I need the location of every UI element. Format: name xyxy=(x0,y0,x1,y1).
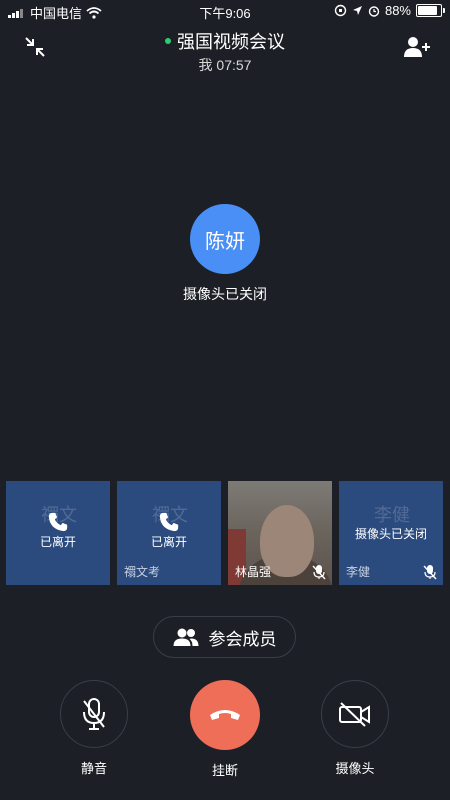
tile-watermark: 李健 xyxy=(374,505,410,525)
camera-label: 摄像头 xyxy=(335,761,375,776)
tile-name: 李健 xyxy=(346,565,371,579)
hangup-control: 挂断 xyxy=(180,680,270,779)
title-block: 强国视频会议 我 07:57 xyxy=(0,28,450,75)
mute-control: 静音 xyxy=(49,680,139,777)
status-right: 88% xyxy=(334,3,445,18)
tile-name: 禤文考 xyxy=(124,565,161,579)
camera-off-icon xyxy=(339,702,370,727)
hangup-button[interactable] xyxy=(190,680,260,750)
mic-muted-icon xyxy=(312,565,326,580)
mute-button[interactable] xyxy=(60,680,128,748)
meeting-title-text: 强国视频会议 xyxy=(177,32,285,52)
rotation-lock-icon xyxy=(334,4,347,17)
add-member-button[interactable] xyxy=(402,32,432,62)
tile-status: 已离开 xyxy=(117,511,221,550)
members-icon xyxy=(173,628,198,646)
participant-tile[interactable]: 禤文 已离开 xyxy=(6,481,110,585)
members-button[interactable]: 参会成员 xyxy=(153,616,296,658)
meeting-duration: 我 07:57 xyxy=(198,57,252,73)
add-user-icon xyxy=(404,37,430,57)
hangup-icon xyxy=(210,710,240,720)
phone-icon xyxy=(159,512,179,532)
meeting-title: 强国视频会议 xyxy=(165,28,285,54)
main-speaker-status: 摄像头已关闭 xyxy=(183,286,267,302)
status-bar: 中国电信 下午9:06 88% xyxy=(0,0,450,22)
tile-status-text: 已离开 xyxy=(150,535,187,549)
hangup-label: 挂断 xyxy=(211,763,238,778)
participant-tile-video[interactable]: 林晶强 xyxy=(228,481,332,585)
tile-status: 已离开 xyxy=(6,511,110,550)
alarm-icon xyxy=(368,5,380,17)
tile-name: 林晶强 xyxy=(235,565,272,579)
camera-button[interactable] xyxy=(321,680,389,748)
mic-muted-icon xyxy=(423,565,437,580)
tile-status-text: 摄像头已关闭 xyxy=(354,527,427,541)
tile-status-text: 已离开 xyxy=(39,535,76,549)
camera-control: 摄像头 xyxy=(310,680,400,777)
phone-icon xyxy=(48,512,68,532)
mute-label: 静音 xyxy=(80,761,107,776)
location-icon xyxy=(352,6,362,15)
members-button-label: 参会成员 xyxy=(208,629,277,649)
online-indicator xyxy=(165,38,171,44)
battery-icon xyxy=(416,4,445,17)
participant-tile[interactable]: 李健 摄像头已关闭 李健 xyxy=(339,481,443,585)
call-header: 强国视频会议 我 07:57 xyxy=(0,24,450,73)
participant-tile[interactable]: 禤文 已离开 禤文考 xyxy=(117,481,221,585)
participant-tiles: 禤文 已离开 禤文 已离开 禤文考 林晶强 李健 摄像头已关闭 李健 xyxy=(6,481,444,586)
mic-off-icon xyxy=(83,698,105,730)
tile-status: 摄像头已关闭 xyxy=(339,525,443,542)
battery-percent: 88% xyxy=(384,3,411,18)
main-speaker-avatar: 陈妍 xyxy=(190,204,260,274)
